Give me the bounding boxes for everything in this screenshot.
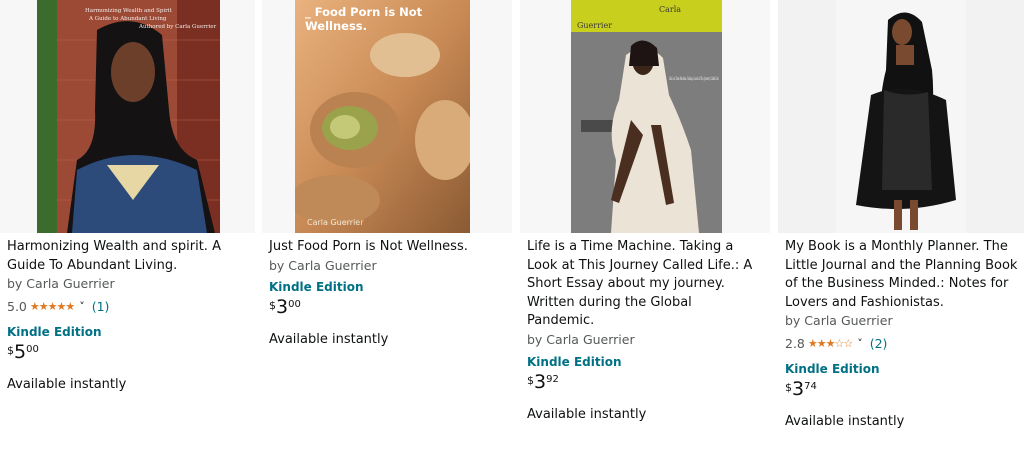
product-info: My Book is a Monthly Planner. The Little…: [785, 238, 1021, 431]
product-card: Carla Guerrier Life is a Time Machine. T…: [520, 0, 770, 457]
rating-value: 2.8: [785, 336, 805, 351]
price-fraction: 92: [546, 373, 559, 385]
availability-text: Available instantly: [7, 377, 127, 392]
price[interactable]: $ 3 74: [785, 380, 1021, 399]
cover-text: Life is a Time Machine. Taking a Look at…: [669, 76, 719, 82]
cover-text: Wellness.: [305, 19, 367, 33]
product-title-link[interactable]: Harmonizing Wealth and spirit. A Guide T…: [7, 238, 243, 275]
product-info: Life is a Time Machine. Taking a Look at…: [527, 238, 763, 424]
product-title-link[interactable]: Just Food Porn is Not Wellness.: [269, 238, 505, 257]
price-whole: 3: [534, 370, 547, 393]
price-fraction: 74: [804, 381, 817, 392]
price[interactable]: $ 3 92: [527, 370, 763, 393]
price-whole: 5: [14, 341, 27, 363]
product-author: by Carla Guerrier: [527, 331, 635, 347]
product-card: My Book is a Monthly Planner. The Little…: [778, 0, 1024, 457]
book-cover-image[interactable]: Carla Guerrier Life is a Time Machine. T…: [571, 0, 722, 233]
format-link[interactable]: Kindle Edition: [785, 361, 1021, 377]
price-symbol: $: [7, 344, 14, 357]
star-rating-icon[interactable]: ★★★★★: [30, 298, 75, 316]
product-info: Just Food Porn is Not Wellness. by Carla…: [269, 238, 505, 349]
price-fraction: 00: [288, 298, 301, 310]
price-whole: 3: [276, 295, 289, 318]
product-info: Harmonizing Wealth and spirit. A Guide T…: [7, 238, 243, 394]
book-cover-image[interactable]: Harmonizing Wealth and Spirit A Guide to…: [37, 0, 220, 233]
book-cover-image[interactable]: _ Food Porn is Not Wellness. Carla Guerr…: [295, 0, 470, 233]
rating-row: 5.0 ★★★★★ ˅ (1): [7, 298, 243, 316]
product-title-link[interactable]: Life is a Time Machine. Taking a Look at…: [527, 238, 763, 331]
cover-text: _ Food Porn is Not: [305, 5, 423, 20]
price-whole: 3: [792, 378, 805, 400]
rating-row: 2.8 ★★★☆☆ ˅ (2): [785, 335, 1021, 353]
availability-text: Available instantly: [785, 414, 905, 429]
review-count-link[interactable]: (1): [92, 298, 110, 316]
price-symbol: $: [527, 373, 534, 387]
chevron-down-icon[interactable]: ˅: [79, 298, 85, 316]
product-author: by Carla Guerrier: [785, 313, 893, 328]
price[interactable]: $ 3 00: [269, 295, 505, 318]
availability-text: Available instantly: [269, 331, 389, 347]
product-image-container[interactable]: [778, 0, 1024, 233]
search-results-grid: Harmonizing Wealth and Spirit A Guide to…: [0, 0, 1024, 457]
price-symbol: $: [269, 298, 276, 312]
product-image-container[interactable]: Carla Guerrier Life is a Time Machine. T…: [520, 0, 770, 233]
format-link[interactable]: Kindle Edition: [269, 279, 505, 295]
format-link[interactable]: Kindle Edition: [527, 354, 763, 370]
price-fraction: 00: [26, 344, 39, 355]
cover-text: Carla Guerrier: [307, 218, 364, 227]
product-author: by Carla Guerrier: [269, 257, 377, 273]
cover-text: Carla: [659, 5, 681, 14]
rating-value: 5.0: [7, 299, 27, 314]
cover-text: A Guide to Abundant Living: [88, 16, 167, 22]
review-count-link[interactable]: (2): [870, 335, 888, 353]
cover-text: Guerrier: [577, 21, 612, 30]
book-cover-image[interactable]: [836, 0, 966, 233]
product-image-container[interactable]: _ Food Porn is Not Wellness. Carla Guerr…: [262, 0, 512, 233]
product-card: _ Food Porn is Not Wellness. Carla Guerr…: [262, 0, 512, 457]
product-image-container[interactable]: Harmonizing Wealth and Spirit A Guide to…: [0, 0, 255, 233]
product-title-link[interactable]: My Book is a Monthly Planner. The Little…: [785, 238, 1021, 312]
price-symbol: $: [785, 381, 792, 394]
product-author: by Carla Guerrier: [7, 276, 115, 291]
star-rating-icon[interactable]: ★★★☆☆: [808, 335, 853, 353]
format-link[interactable]: Kindle Edition: [7, 324, 243, 340]
availability-text: Available instantly: [527, 406, 647, 422]
chevron-down-icon[interactable]: ˅: [857, 335, 863, 353]
price[interactable]: $ 5 00: [7, 343, 243, 362]
cover-text: Harmonizing Wealth and Spirit: [85, 8, 173, 14]
cover-text: Authored by Carla Guerrier: [138, 24, 216, 30]
product-card: Harmonizing Wealth and Spirit A Guide to…: [0, 0, 255, 457]
